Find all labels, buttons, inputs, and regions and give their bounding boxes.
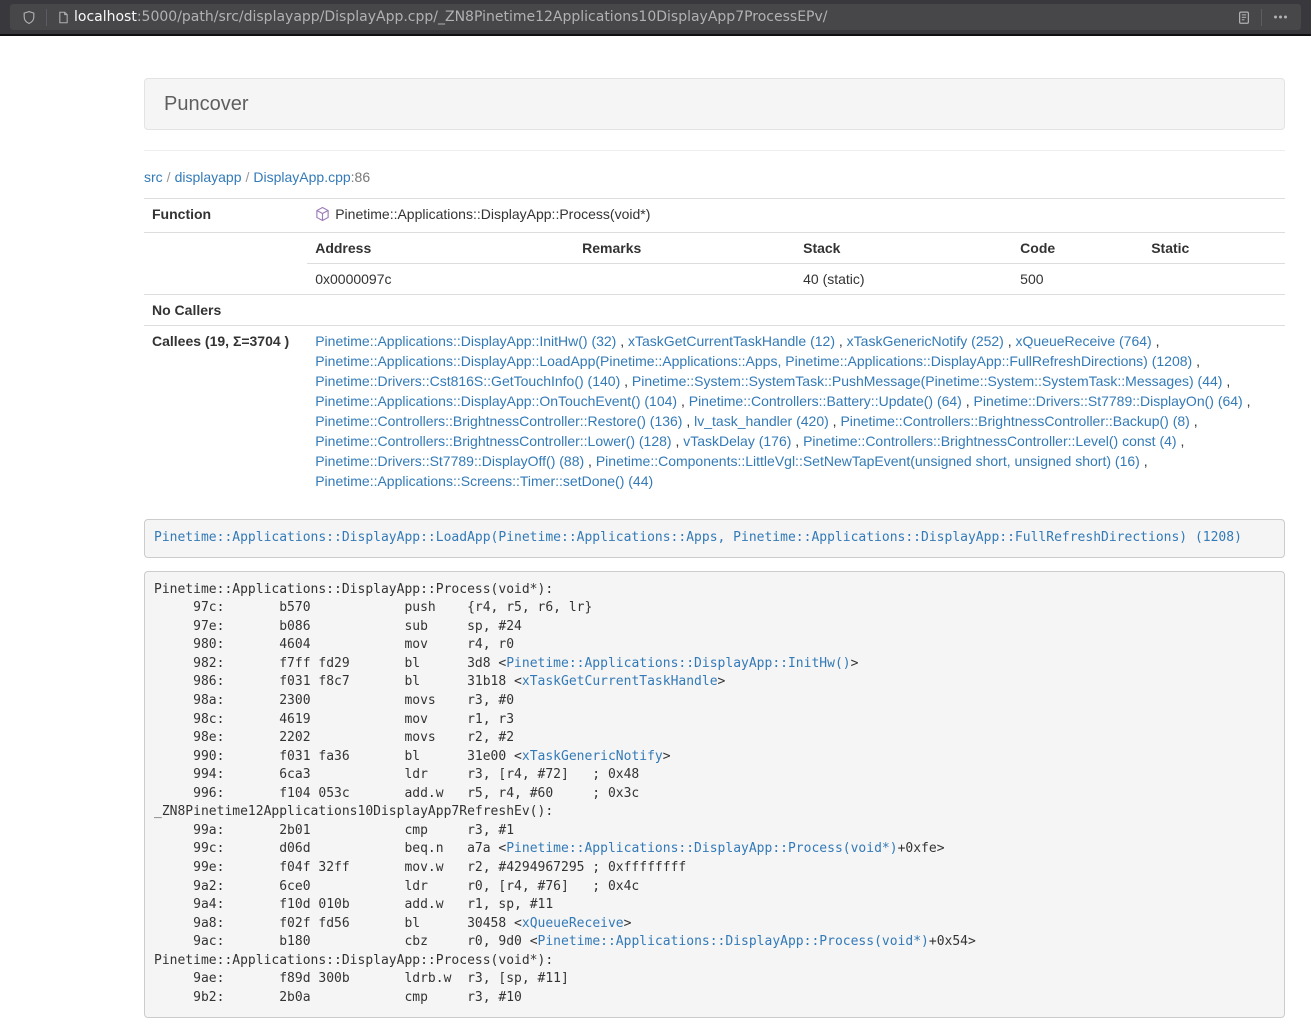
breadcrumb-line-number: :86 (351, 169, 370, 185)
details-header-row: Address Remarks Stack Code Static (307, 233, 1285, 264)
callee-link[interactable]: Pinetime::Drivers::Cst816S::GetTouchInfo… (315, 373, 620, 389)
callee-link[interactable]: Pinetime::Applications::DisplayApp::OnTo… (315, 393, 677, 409)
divider (144, 150, 1285, 151)
page-actions-icon[interactable] (1270, 10, 1291, 24)
breadcrumb-separator: / (246, 169, 250, 185)
callee-link[interactable]: Pinetime::Drivers::St7789::DisplayOn() (… (974, 393, 1243, 409)
column-code: Code (1012, 233, 1143, 264)
disassembly-pre: Pinetime::Applications::DisplayApp::Proc… (144, 571, 1285, 1018)
app-header-panel: Puncover (144, 78, 1285, 130)
breadcrumb-link-file[interactable]: DisplayApp.cpp (253, 169, 350, 185)
function-details-cell: Address Remarks Stack Code Static 0x0000… (307, 233, 1285, 295)
breadcrumb-separator: / (167, 169, 171, 185)
stack-value: 40 (static) (795, 264, 1012, 295)
url-domain: localhost (74, 9, 137, 25)
column-remarks: Remarks (574, 233, 795, 264)
code-symbol-link[interactable]: Pinetime::Applications::DisplayApp::Proc… (538, 934, 929, 949)
url-path: :5000/path/src/displayapp/DisplayApp.cpp… (137, 9, 828, 25)
callee-link[interactable]: Pinetime::Controllers::BrightnessControl… (315, 433, 671, 449)
callee-link[interactable]: Pinetime::Applications::DisplayApp::Init… (315, 333, 616, 349)
function-row: Function Pinetime::Applications::Display… (144, 199, 1285, 233)
callee-link[interactable]: Pinetime::Controllers::Battery::Update()… (689, 393, 962, 409)
url-bar[interactable]: localhost:5000/path/src/displayapp/Displ… (10, 4, 1301, 30)
code-size-value: 500 (1012, 264, 1143, 295)
callee-link[interactable]: Pinetime::Controllers::BrightnessControl… (803, 433, 1176, 449)
callees-label: Callees (19, Σ=3704 ) (144, 326, 307, 497)
code-symbol-link[interactable]: Pinetime::Applications::DisplayApp::Proc… (506, 841, 897, 856)
callee-link[interactable]: Pinetime::Controllers::BrightnessControl… (315, 413, 682, 429)
column-address: Address (307, 233, 574, 264)
url-text[interactable]: localhost:5000/path/src/displayapp/Displ… (74, 9, 1235, 25)
remarks-value (574, 264, 795, 295)
function-row-label: Function (144, 199, 307, 233)
page-info-icon[interactable] (55, 10, 72, 25)
function-name: Pinetime::Applications::DisplayApp::Proc… (335, 206, 650, 222)
tracking-shield-icon[interactable] (20, 10, 38, 25)
callee-link[interactable]: xTaskGetCurrentTaskHandle (12) (628, 333, 835, 349)
callee-link[interactable]: Pinetime::Drivers::St7789::DisplayOff() … (315, 453, 584, 469)
highlighted-callee-box: Pinetime::Applications::DisplayApp::Load… (144, 519, 1285, 558)
column-static: Static (1143, 233, 1285, 264)
callee-link[interactable]: xQueueReceive (764) (1016, 333, 1152, 349)
static-value (1143, 264, 1285, 295)
urlbar-separator (46, 9, 47, 26)
code-symbol-link[interactable]: xTaskGenericNotify (522, 749, 663, 764)
callee-link[interactable]: lv_task_handler (420) (694, 413, 829, 429)
callee-link[interactable]: Pinetime::Components::LittleVgl::SetNewT… (596, 453, 1140, 469)
highlighted-callee-link[interactable]: Pinetime::Applications::DisplayApp::Load… (154, 530, 1242, 545)
function-details-table: Address Remarks Stack Code Static 0x0000… (307, 233, 1285, 294)
callee-link[interactable]: Pinetime::Controllers::BrightnessControl… (840, 413, 1189, 429)
breadcrumb-link-src[interactable]: src (144, 169, 163, 185)
page-container: Puncover src/displayapp/DisplayApp.cpp:8… (144, 36, 1285, 1018)
function-cube-icon (315, 206, 330, 227)
code-symbol-link[interactable]: xTaskGetCurrentTaskHandle (522, 674, 718, 689)
callee-link[interactable]: Pinetime::System::SystemTask::PushMessag… (632, 373, 1223, 389)
empty-row-label (144, 233, 307, 295)
breadcrumb-link-displayapp[interactable]: displayapp (175, 169, 242, 185)
browser-toolbar: localhost:5000/path/src/displayapp/Displ… (0, 0, 1311, 36)
urlbar-separator (1261, 9, 1262, 26)
address-value: 0x0000097c (307, 264, 574, 295)
code-symbol-link[interactable]: Pinetime::Applications::DisplayApp::Init… (506, 656, 850, 671)
callee-link[interactable]: vTaskDelay (176) (683, 433, 791, 449)
callee-link[interactable]: xTaskGenericNotify (252) (847, 333, 1004, 349)
symbol-table: Function Pinetime::Applications::Display… (144, 198, 1285, 496)
no-callers-row: No Callers (144, 295, 1285, 326)
callee-link[interactable]: Pinetime::Applications::DisplayApp::Load… (315, 353, 1192, 369)
details-value-row: 0x0000097c 40 (static) 500 (307, 264, 1285, 295)
breadcrumb: src/displayapp/DisplayApp.cpp:86 (144, 161, 1285, 187)
app-title: Puncover (164, 93, 1265, 115)
callees-row: Callees (19, Σ=3704 ) Pinetime::Applicat… (144, 326, 1285, 497)
column-stack: Stack (795, 233, 1012, 264)
code-symbol-link[interactable]: xQueueReceive (522, 916, 624, 931)
no-callers-label: No Callers (144, 295, 307, 326)
function-name-cell: Pinetime::Applications::DisplayApp::Proc… (307, 199, 1285, 233)
callee-link[interactable]: Pinetime::Applications::Screens::Timer::… (315, 473, 653, 489)
function-details-row: Address Remarks Stack Code Static 0x0000… (144, 233, 1285, 295)
callers-cell (307, 295, 1285, 326)
reader-mode-icon[interactable] (1235, 10, 1253, 25)
callees-list: Pinetime::Applications::DisplayApp::Init… (307, 326, 1285, 497)
